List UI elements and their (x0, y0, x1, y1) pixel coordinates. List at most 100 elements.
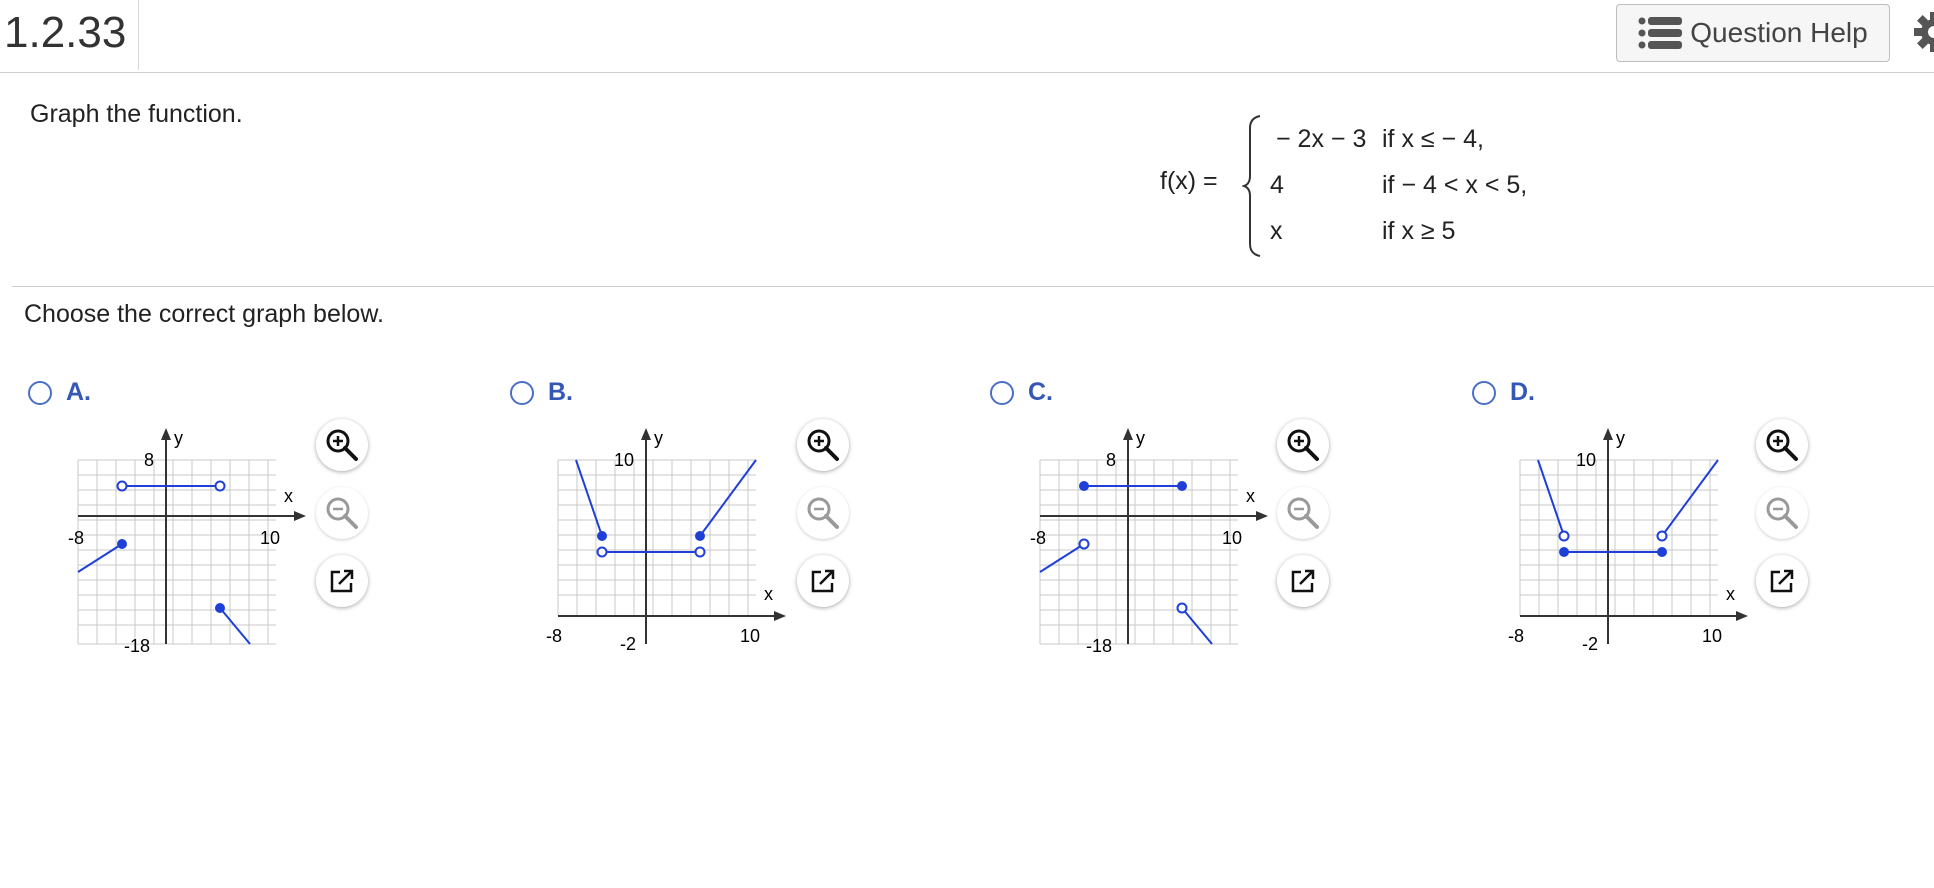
choice-b[interactable]: B. (510, 378, 573, 407)
closed-point (1079, 481, 1089, 491)
open-point (214, 480, 226, 492)
zoom-out-button-b[interactable] (797, 487, 849, 539)
x-min-label: -8 (546, 626, 562, 646)
y-axis-arrow (1603, 428, 1613, 440)
choice-a-letter: A. (66, 378, 91, 406)
piece-2-cond: if − 4 < x < 5, (1382, 171, 1528, 199)
ray-left (1039, 543, 1085, 573)
header-bar: 1.2.33 Question Help (0, 0, 1934, 73)
choice-a[interactable]: A. (28, 378, 91, 407)
grid (1519, 459, 1718, 617)
x-axis-label: x (764, 584, 773, 604)
y-axis-label: y (1616, 428, 1625, 448)
y-bottom-label: -18 (1086, 636, 1112, 656)
y-axis-label: y (654, 428, 663, 448)
popout-button-d[interactable] (1756, 555, 1808, 607)
y-bottom-label: -2 (1582, 634, 1598, 654)
function-lhs: f(x) = (1160, 167, 1218, 195)
open-point (1176, 602, 1188, 614)
graph-d: y x -8 10 10 -2 (1508, 428, 1748, 654)
x-min-label: -8 (68, 528, 84, 548)
choice-d-letter: D. (1510, 378, 1535, 406)
x-axis-arrow (1736, 611, 1748, 621)
choice-c[interactable]: C. (990, 378, 1053, 407)
popout-button-a[interactable] (316, 555, 368, 607)
radio-button-d[interactable] (1472, 380, 1496, 405)
gear-icon[interactable] (1910, 6, 1934, 58)
y-top-label: 8 (1106, 450, 1116, 470)
y-top-label: 10 (614, 450, 634, 470)
piece-2-expr: 4 (1270, 171, 1284, 199)
choice-b-letter: B. (548, 378, 573, 406)
x-min-label: -8 (1030, 528, 1046, 548)
open-point (694, 546, 706, 558)
open-point (1558, 530, 1570, 542)
zoom-out-icon (1766, 497, 1798, 529)
popout-icon (1291, 569, 1315, 593)
popout-icon (811, 569, 835, 593)
piece-3-expr: x (1270, 217, 1283, 245)
list-icon (1638, 17, 1683, 49)
x-axis-label: x (1246, 486, 1255, 506)
zoom-out-button-a[interactable] (316, 487, 368, 539)
choose-instruction: Choose the correct graph below. (24, 300, 384, 328)
open-point (116, 480, 128, 492)
question-help-button[interactable]: Question Help (1616, 4, 1890, 62)
ray-left (77, 543, 123, 573)
choice-c-letter: C. (1028, 378, 1053, 406)
zoom-in-button-a[interactable] (316, 419, 368, 471)
y-top-label: 10 (1576, 450, 1596, 470)
zoom-in-icon (1766, 429, 1798, 461)
x-axis-arrow (1256, 511, 1268, 521)
popout-icon (1770, 569, 1794, 593)
section-divider (12, 286, 1934, 287)
x-max-label: 10 (740, 626, 760, 646)
radio-button-a[interactable] (28, 380, 52, 405)
x-max-label: 10 (1702, 626, 1722, 646)
choice-d[interactable]: D. (1472, 378, 1535, 407)
open-point (1078, 538, 1090, 550)
closed-point (1657, 547, 1667, 557)
popout-button-c[interactable] (1277, 555, 1329, 607)
open-point (1656, 530, 1668, 542)
zoom-in-button-d[interactable] (1756, 419, 1808, 471)
piece-3-cond: if x ≥ 5 (1382, 217, 1456, 245)
prompt-text: Graph the function. (30, 100, 243, 128)
zoom-in-icon (1287, 429, 1319, 461)
closed-point (597, 531, 607, 541)
graph-c: y x -8 10 8 -18 (1030, 428, 1268, 656)
graph-b: y x -8 10 10 -2 (546, 428, 786, 654)
zoom-out-button-d[interactable] (1756, 487, 1808, 539)
grid (557, 459, 756, 617)
x-axis-label: x (284, 486, 293, 506)
y-top-label: 8 (144, 450, 154, 470)
left-brace (1242, 115, 1261, 257)
ray-right (219, 607, 251, 645)
question-number: 1.2.33 (4, 8, 127, 57)
x-min-label: -8 (1508, 626, 1524, 646)
piece-1-cond: if x ≤ − 4, (1382, 125, 1484, 153)
closed-point (1177, 481, 1187, 491)
zoom-out-button-c[interactable] (1277, 487, 1329, 539)
x-axis-label: x (1726, 584, 1735, 604)
zoom-out-icon (326, 497, 358, 529)
zoom-in-button-b[interactable] (797, 419, 849, 471)
zoom-in-icon (326, 429, 358, 461)
y-axis-label: y (174, 428, 183, 448)
x-axis-arrow (294, 511, 306, 521)
zoom-in-button-c[interactable] (1277, 419, 1329, 471)
question-help-label: Question Help (1690, 17, 1868, 48)
y-axis-arrow (1123, 428, 1133, 440)
x-max-label: 10 (260, 528, 280, 548)
popout-button-b[interactable] (797, 555, 849, 607)
ray-left (1537, 459, 1565, 537)
y-bottom-label: -18 (124, 636, 150, 656)
radio-button-b[interactable] (510, 380, 534, 405)
radio-button-c[interactable] (990, 380, 1014, 405)
zoom-in-icon (807, 429, 839, 461)
closed-point (1559, 547, 1569, 557)
x-max-label: 10 (1222, 528, 1242, 548)
ray-right (1181, 607, 1213, 645)
piece-1-expr: − 2x − 3 (1276, 125, 1367, 153)
header-divider (138, 0, 139, 70)
